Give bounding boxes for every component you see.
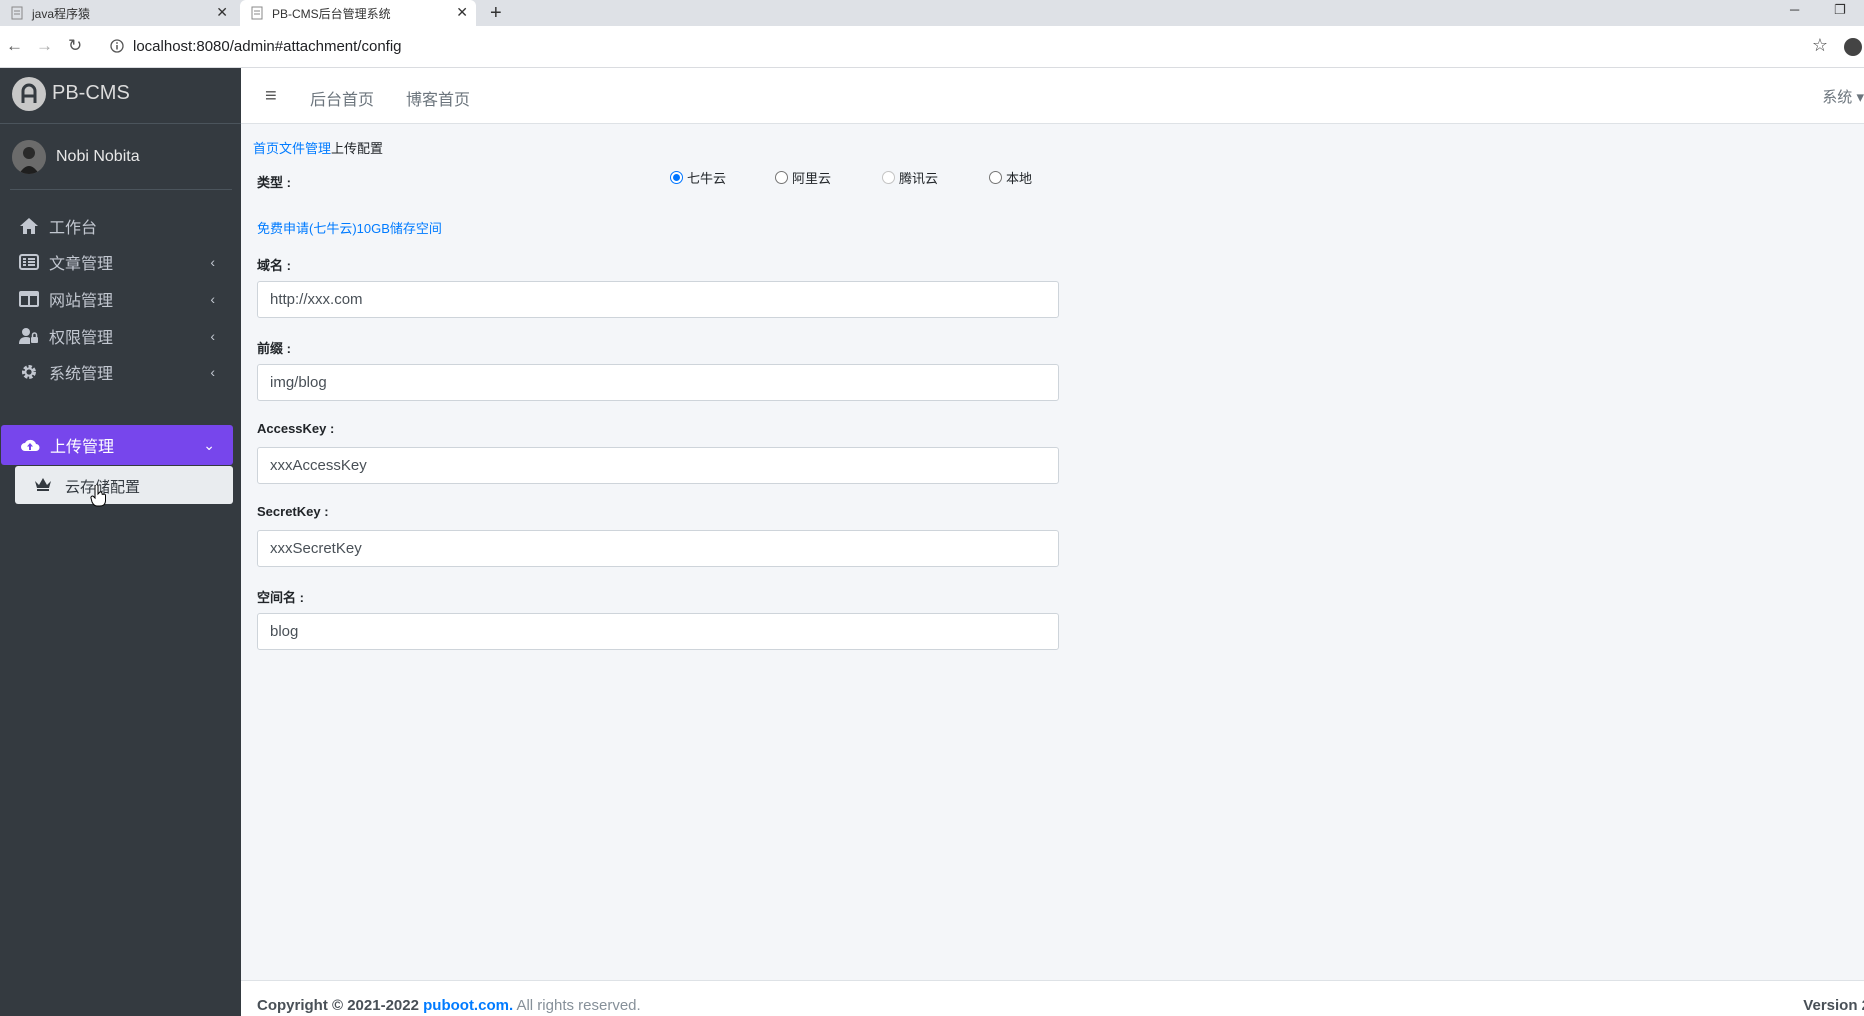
site-info-icon[interactable] xyxy=(110,39,124,53)
forward-arrow-icon[interactable]: → xyxy=(36,36,53,56)
user-panel[interactable]: Nobi Nobita xyxy=(0,124,241,190)
nav-link-admin-home[interactable]: 后台首页 xyxy=(310,86,374,110)
breadcrumb-current: 上传配置 xyxy=(331,141,384,156)
accesskey-input[interactable]: xxxAccessKey xyxy=(257,447,1059,484)
hand-cursor-icon xyxy=(90,485,106,507)
site-link[interactable]: puboot.com. xyxy=(423,997,513,1014)
sidebar-item-website[interactable]: 网站管理 ‹ xyxy=(0,279,233,319)
version-text: Version 2 xyxy=(1803,997,1864,1014)
user-name: Nobi Nobita xyxy=(56,148,140,165)
radio-label: 本地 xyxy=(1006,171,1033,186)
chevron-left-icon: ‹ xyxy=(210,291,215,307)
sidebar-item-label: 系统管理 xyxy=(49,366,114,383)
secretkey-input[interactable]: xxxSecretKey xyxy=(257,530,1059,567)
avatar xyxy=(12,140,46,174)
secretkey-label: SecretKey : xyxy=(257,504,329,519)
sidebar-item-label: 文章管理 xyxy=(49,256,114,273)
radio-local[interactable]: 本地 xyxy=(989,168,1032,187)
bucket-input[interactable]: blog xyxy=(257,613,1059,650)
prefix-input[interactable]: img/blog xyxy=(257,364,1059,401)
radio-label: 腾讯云 xyxy=(899,171,939,186)
prefix-label: 前缀 : xyxy=(257,341,291,356)
breadcrumb-files-link[interactable]: 文件管理 xyxy=(279,141,331,156)
free-storage-link[interactable]: 免费申请(七牛云)10GB储存空间 xyxy=(257,218,442,237)
sidebar-item-articles[interactable]: 文章管理 ‹ xyxy=(0,242,233,282)
tab-title: java程序猿 xyxy=(32,6,91,21)
main-content: 首页文件管理上传配置 类型 : 七牛云 阿里云 腾讯云 本地 免费申请(七牛云)… xyxy=(241,124,1864,980)
sidebar-item-permissions[interactable]: 权限管理 ‹ xyxy=(0,316,233,356)
chevron-left-icon: ‹ xyxy=(210,364,215,380)
brand-name: PB-CMS xyxy=(52,82,130,104)
reload-icon[interactable]: ↻ xyxy=(68,36,82,56)
columns-icon xyxy=(18,289,40,309)
list-icon xyxy=(18,252,40,272)
crown-icon xyxy=(35,478,51,491)
sidebar-subitem-cloud-storage[interactable]: 云存储配置 xyxy=(15,466,233,504)
minimize-button[interactable]: ─ xyxy=(1790,2,1799,17)
bookmark-star-icon[interactable]: ☆ xyxy=(1812,35,1828,56)
sidebar-item-dashboard[interactable]: 工作台 xyxy=(0,206,233,246)
sidebar-item-label: 工作台 xyxy=(49,220,98,237)
radio-label: 阿里云 xyxy=(792,171,832,186)
bucket-label: 空间名 : xyxy=(257,590,304,605)
new-tab-button[interactable]: + xyxy=(490,0,502,26)
radio-qiniu[interactable]: 七牛云 xyxy=(670,168,726,187)
copyright-text: Copyright © 2021-2022 xyxy=(257,997,419,1014)
accesskey-label: AccessKey : xyxy=(257,421,335,436)
sidebar-item-upload[interactable]: 上传管理 ⌄ xyxy=(1,425,233,465)
logo-icon xyxy=(12,77,46,111)
account-icon[interactable] xyxy=(1844,38,1862,56)
radio-label: 七牛云 xyxy=(687,171,727,186)
radio-button[interactable] xyxy=(670,171,683,184)
url-input[interactable]: localhost:8080/admin#attachment/config xyxy=(133,38,402,55)
page-icon xyxy=(250,6,264,20)
radio-tencent: 腾讯云 xyxy=(882,168,938,187)
divider xyxy=(10,189,232,190)
rights-text: All rights reserved. xyxy=(516,997,641,1014)
radio-aliyun[interactable]: 阿里云 xyxy=(775,168,831,187)
radio-button xyxy=(882,171,895,184)
browser-tab-java[interactable]: java程序猿 ✕ xyxy=(0,0,236,26)
copyright: Copyright © 2021-2022 puboot.com. All ri… xyxy=(257,997,641,1014)
sidebar-item-label: 权限管理 xyxy=(49,330,114,347)
breadcrumb-home-link[interactable]: 首页 xyxy=(253,141,279,156)
sidebar-item-system[interactable]: 系统管理 ‹ xyxy=(0,352,233,392)
address-bar: ← → ↻ localhost:8080/admin#attachment/co… xyxy=(0,26,1864,68)
domain-input[interactable]: http://xxx.com xyxy=(257,281,1059,318)
tab-title: PB-CMS后台管理系统 xyxy=(272,6,391,21)
gear-icon xyxy=(18,362,40,382)
close-tab-icon[interactable]: ✕ xyxy=(456,4,468,21)
cloud-upload-icon xyxy=(19,435,41,455)
chevron-left-icon: ‹ xyxy=(210,254,215,270)
radio-button[interactable] xyxy=(775,171,788,184)
top-navbar: ≡ 后台首页 博客首页 系统 ▾ xyxy=(241,68,1864,124)
footer: Copyright © 2021-2022 puboot.com. All ri… xyxy=(241,980,1864,1016)
sidebar: PB-CMS Nobi Nobita 工作台 文章管理 ‹ 网站管理 ‹ 权限管… xyxy=(0,68,241,1016)
radio-button[interactable] xyxy=(989,171,1002,184)
menu-toggle-icon[interactable]: ≡ xyxy=(265,85,277,108)
restore-button[interactable]: ❐ xyxy=(1834,2,1846,18)
type-label: 类型 : xyxy=(257,175,291,190)
back-arrow-icon[interactable]: ← xyxy=(6,36,23,56)
sidebar-item-label: 网站管理 xyxy=(49,293,114,310)
browser-tab-bar: java程序猿 ✕ PB-CMS后台管理系统 ✕ + ─ ❐ xyxy=(0,0,1864,26)
home-icon xyxy=(18,216,40,236)
browser-tab-pbcms[interactable]: PB-CMS后台管理系统 ✕ xyxy=(240,0,476,26)
chevron-down-icon: ⌄ xyxy=(203,436,215,453)
page-icon xyxy=(10,6,24,20)
close-tab-icon[interactable]: ✕ xyxy=(216,4,228,21)
nav-link-blog-home[interactable]: 博客首页 xyxy=(406,86,470,110)
brand-link[interactable]: PB-CMS xyxy=(0,68,241,124)
system-dropdown[interactable]: 系统 ▾ xyxy=(1822,86,1864,107)
breadcrumb: 首页文件管理上传配置 xyxy=(253,138,383,157)
chevron-left-icon: ‹ xyxy=(210,328,215,344)
sidebar-item-label: 上传管理 xyxy=(50,439,115,456)
user-lock-icon xyxy=(18,326,40,346)
domain-label: 域名 : xyxy=(257,258,291,273)
